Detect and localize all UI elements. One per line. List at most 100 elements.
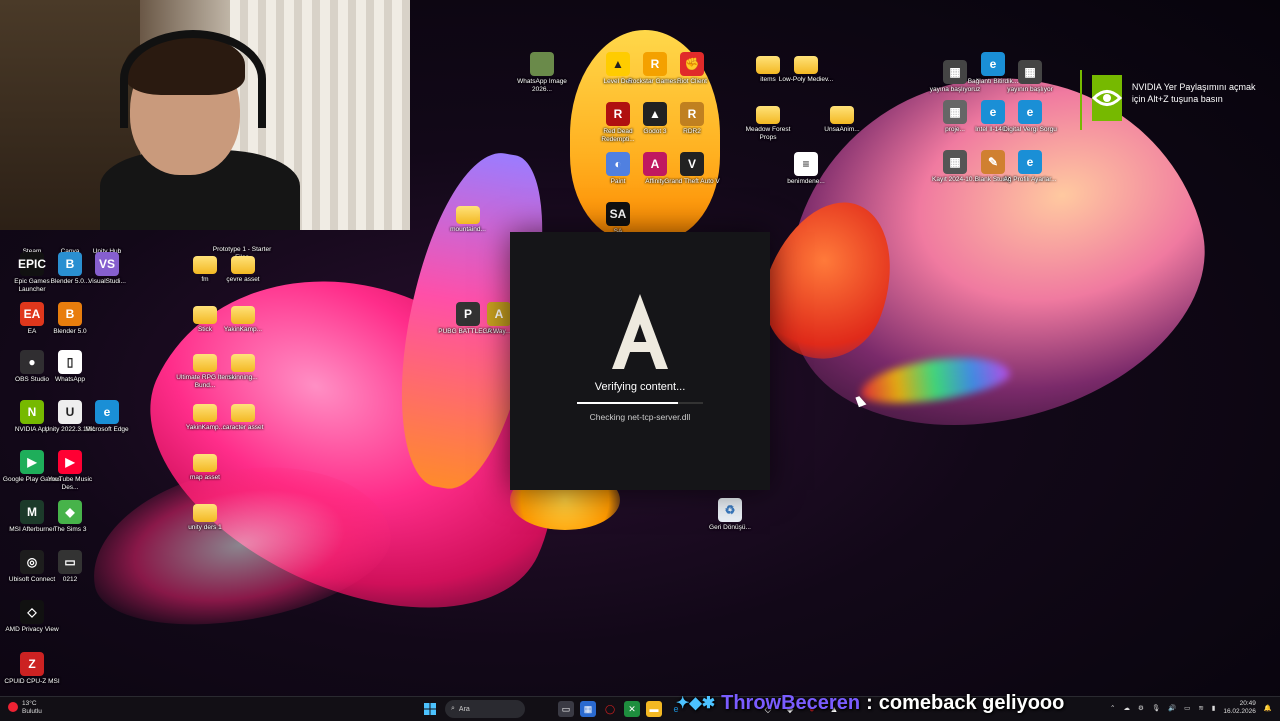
shortcut-label: unity ders 1 bbox=[188, 524, 222, 531]
weather-widget[interactable]: 13°C Bulutlu bbox=[8, 700, 42, 716]
clock-date: 16.02.2026 bbox=[1223, 708, 1256, 715]
shortcut-label: Blender 5.0 bbox=[53, 328, 87, 335]
file-explorer-icon[interactable]: ▬ bbox=[646, 701, 662, 717]
desktop-shortcut[interactable]: YakinKamp... bbox=[211, 302, 275, 334]
folder-icon bbox=[193, 504, 217, 522]
shortcut-label: caracter asset bbox=[222, 424, 264, 431]
desktop-shortcut[interactable]: caracter asset bbox=[211, 400, 275, 432]
desktop-shortcut[interactable]: mountaind... bbox=[436, 202, 500, 234]
desktop-shortcut[interactable]: ▯ WhatsApp bbox=[38, 350, 102, 384]
desktop-shortcut[interactable]: ◇ AMD Privacy View bbox=[0, 600, 64, 634]
app-icon: ◇ bbox=[20, 600, 44, 624]
headset bbox=[120, 30, 266, 128]
shortcut-label: A Way... bbox=[487, 328, 511, 335]
folder-icon bbox=[830, 106, 854, 124]
nvidia-toast-message: NVIDIA Yer Paylaşımını açmak için Alt+Z … bbox=[1131, 82, 1256, 104]
shortcut-label: mountaind... bbox=[450, 226, 486, 233]
shortcut-label: skinning... bbox=[228, 374, 258, 381]
shortcut-label: fm bbox=[201, 276, 209, 283]
chevron-up-icon[interactable]: ⌃ bbox=[1110, 704, 1115, 712]
battery-icon[interactable]: ▮ bbox=[1212, 704, 1216, 712]
app-icon: ≡ bbox=[794, 152, 818, 176]
recycle-bin-icon[interactable]: ♻ Geri Dönüşü... bbox=[698, 498, 762, 532]
desktop-shortcut[interactable]: ▶ YouTube Music Des... bbox=[38, 450, 102, 492]
chat-message: comeback geliyooo bbox=[878, 691, 1065, 714]
desktop-shortcut[interactable]: Unity Hub bbox=[75, 222, 139, 256]
app-taskbar-icon[interactable]: ◯ bbox=[602, 701, 618, 717]
search-icon: ⌕ bbox=[451, 705, 455, 712]
shortcut-label: Low-Poly Mediev... bbox=[778, 76, 834, 83]
search-placeholder: Ara bbox=[458, 705, 470, 713]
shortcut-label: çevre asset bbox=[226, 276, 260, 283]
desktop-shortcut[interactable]: skinning... bbox=[211, 350, 275, 382]
app-icon: ◆ bbox=[58, 500, 82, 524]
verify-detail-text: Checking net-tcp-server.dll bbox=[589, 412, 691, 422]
shortcut-label: Ağ Profili Ayarlar... bbox=[1003, 176, 1057, 183]
verify-status-text: Verifying content... bbox=[594, 381, 686, 393]
notification-icon[interactable]: 🔔 bbox=[1264, 704, 1272, 712]
app-icon: B bbox=[58, 302, 82, 326]
shortcut-label: map asset bbox=[190, 474, 220, 481]
shortcut-label: CPUID CPU-Z MSI bbox=[4, 678, 60, 685]
taskbar-clock[interactable]: 20:49 16.02.2026 bbox=[1223, 700, 1256, 716]
shortcut-label: Digital Vergi Sorgu bbox=[1003, 126, 1057, 133]
clock-time: 20:49 bbox=[1239, 700, 1256, 707]
store-icon[interactable]: ▦ bbox=[580, 701, 596, 717]
webcam-overlay bbox=[0, 0, 410, 230]
desktop-shortcut[interactable]: Low-Poly Mediev... bbox=[774, 52, 838, 84]
desktop-shortcut[interactable]: map asset bbox=[173, 450, 237, 482]
display-icon[interactable]: ▭ bbox=[1184, 704, 1190, 712]
start-button[interactable] bbox=[422, 701, 438, 717]
app-icon: e bbox=[1018, 100, 1042, 124]
desktop-shortcut[interactable]: VS VisualStudi... bbox=[75, 252, 139, 286]
stream-chat-overlay: ✦◆✱ ThrowBeceren : comeback geliyooo bbox=[676, 688, 1064, 718]
shortcut-label: yayının başlıyor bbox=[1007, 86, 1053, 93]
shortcut-label: 0212 bbox=[62, 576, 78, 583]
weather-desc: Bulutlu bbox=[22, 708, 42, 715]
desktop-shortcut[interactable]: Meadow Forest Props bbox=[736, 102, 800, 142]
weather-icon bbox=[8, 702, 18, 712]
taskbar-search[interactable]: ⌕ Ara bbox=[445, 700, 525, 718]
desktop-shortcut[interactable]: Z CPUID CPU-Z MSI bbox=[0, 652, 64, 686]
task-view-icon[interactable]: ▭ bbox=[558, 701, 574, 717]
desktop-shortcut[interactable]: e Digital Vergi Sorgu bbox=[998, 100, 1062, 134]
app-icon: e bbox=[95, 400, 119, 424]
app-icon: ✊ bbox=[680, 52, 704, 76]
desktop-shortcut[interactable]: çevre asset bbox=[211, 252, 275, 284]
nvidia-overlay-toast[interactable]: NVIDIA Yer Paylaşımını açmak için Alt+Z … bbox=[1080, 70, 1270, 130]
wifi-icon[interactable]: ≋ bbox=[1198, 704, 1203, 712]
chat-username: ThrowBeceren bbox=[721, 691, 861, 714]
folder-icon bbox=[794, 56, 818, 74]
desktop-shortcut[interactable]: ◆ The Sims 3 bbox=[38, 500, 102, 534]
settings-icon[interactable]: ⚙ bbox=[1138, 704, 1144, 712]
shortcut-label: AMD Privacy View bbox=[5, 626, 59, 633]
desktop-shortcut[interactable]: SASA bbox=[586, 202, 650, 236]
chat-badge-icons: ✦◆✱ bbox=[676, 695, 716, 712]
desktop-shortcut[interactable]: R RDR2 bbox=[660, 102, 724, 136]
desktop-shortcut[interactable]: ≡ benimdene... bbox=[774, 152, 838, 186]
app-icon: SA bbox=[606, 202, 630, 226]
network-icon[interactable]: ☁ bbox=[1123, 704, 1130, 712]
shortcut-label: Riot Client bbox=[677, 78, 707, 85]
app-icon: ▶ bbox=[58, 450, 82, 474]
xbox-icon[interactable]: ✕ bbox=[624, 701, 640, 717]
shortcut-label: Grand Theft Auto V bbox=[664, 178, 720, 185]
desktop-shortcut[interactable]: ✊ Riot Client bbox=[660, 52, 724, 86]
desktop-shortcut[interactable]: WhatsApp Image 2026... bbox=[510, 52, 574, 94]
desktop-shortcut[interactable]: e Microsoft Edge bbox=[75, 400, 139, 434]
desktop-shortcut[interactable]: V Grand Theft Auto V bbox=[660, 152, 724, 186]
mic-icon[interactable]: 🎙 bbox=[1152, 704, 1160, 712]
shortcut-label: benimdene... bbox=[787, 178, 825, 185]
recycle-bin-label: Geri Dönüşü... bbox=[709, 524, 751, 531]
shortcut-label: Meadow Forest Props bbox=[745, 126, 791, 141]
launcher-window[interactable]: Verifying content... Checking net-tcp-se… bbox=[510, 232, 770, 490]
desktop-shortcut[interactable]: unity ders 1 bbox=[173, 500, 237, 532]
desktop-shortcut[interactable]: B Blender 5.0 bbox=[38, 302, 102, 336]
desktop-shortcut[interactable]: e Ağ Profili Ayarlar... bbox=[998, 150, 1062, 184]
desktop-shortcut[interactable]: ▭ 0212 bbox=[38, 550, 102, 584]
volume-icon[interactable]: 🔊 bbox=[1168, 704, 1176, 712]
desktop-shortcut[interactable]: ▦ yayının başlıyor bbox=[998, 60, 1062, 94]
desktop-shortcut[interactable]: UnsaAnim... bbox=[810, 102, 874, 134]
verify-progress-bar bbox=[577, 402, 703, 404]
folder-icon bbox=[193, 454, 217, 472]
